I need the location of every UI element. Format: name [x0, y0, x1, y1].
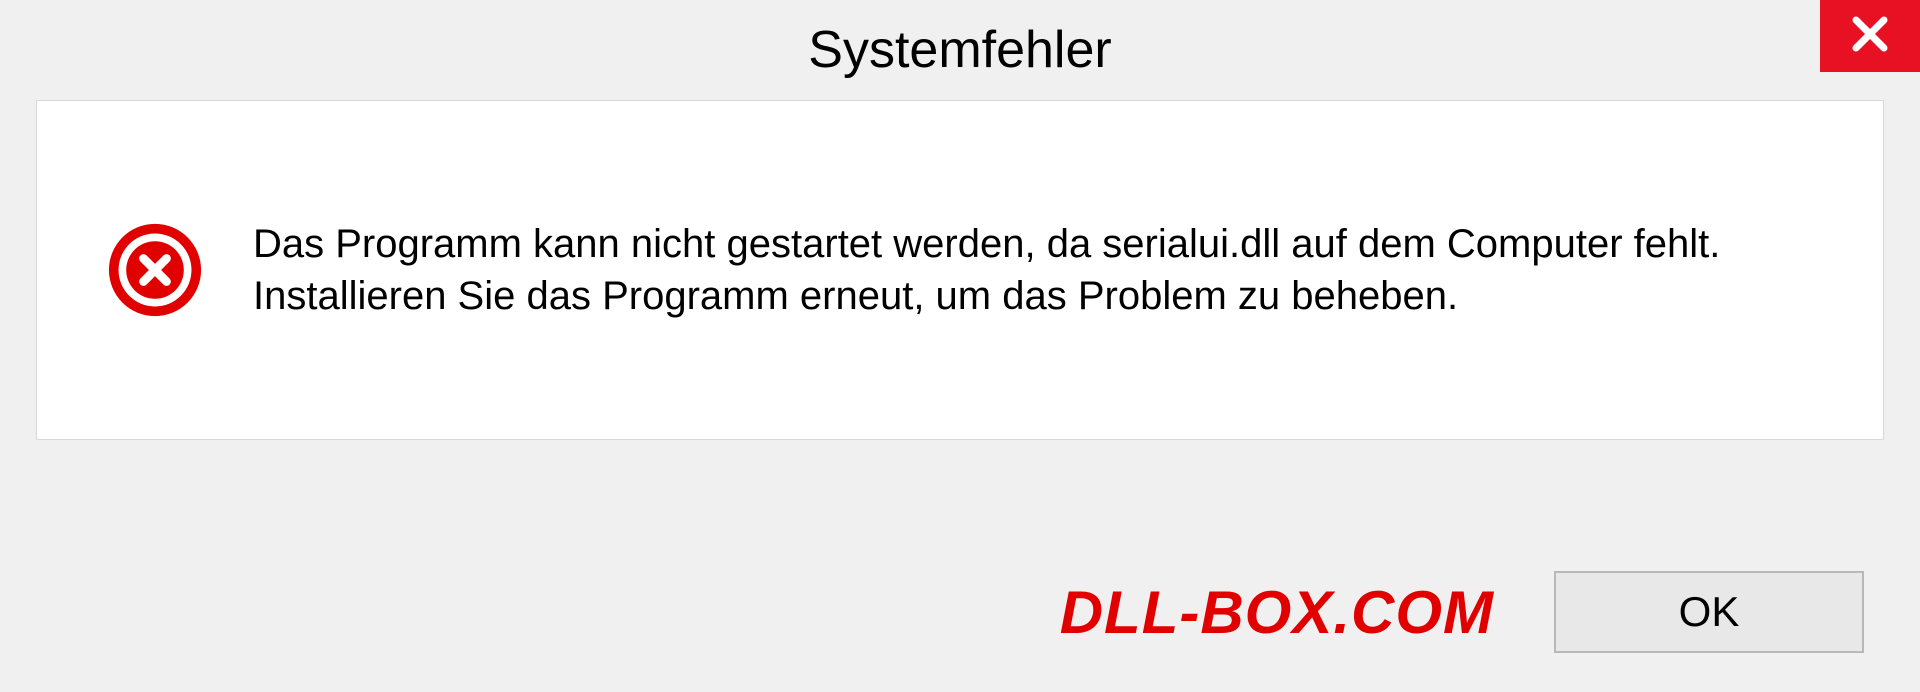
ok-button[interactable]: OK: [1554, 571, 1864, 653]
error-icon: [107, 222, 203, 318]
error-message: Das Programm kann nicht gestartet werden…: [253, 218, 1833, 322]
close-button[interactable]: [1820, 0, 1920, 72]
content-panel: Das Programm kann nicht gestartet werden…: [36, 100, 1884, 440]
close-icon: [1848, 12, 1892, 61]
ok-button-label: OK: [1679, 588, 1740, 636]
dialog-footer: DLL-BOX.COM OK: [0, 532, 1920, 692]
watermark-text: DLL-BOX.COM: [1060, 578, 1494, 647]
title-bar: Systemfehler: [0, 0, 1920, 100]
error-dialog: Systemfehler Das Programm kann nicht ges…: [0, 0, 1920, 692]
dialog-title: Systemfehler: [808, 20, 1111, 80]
